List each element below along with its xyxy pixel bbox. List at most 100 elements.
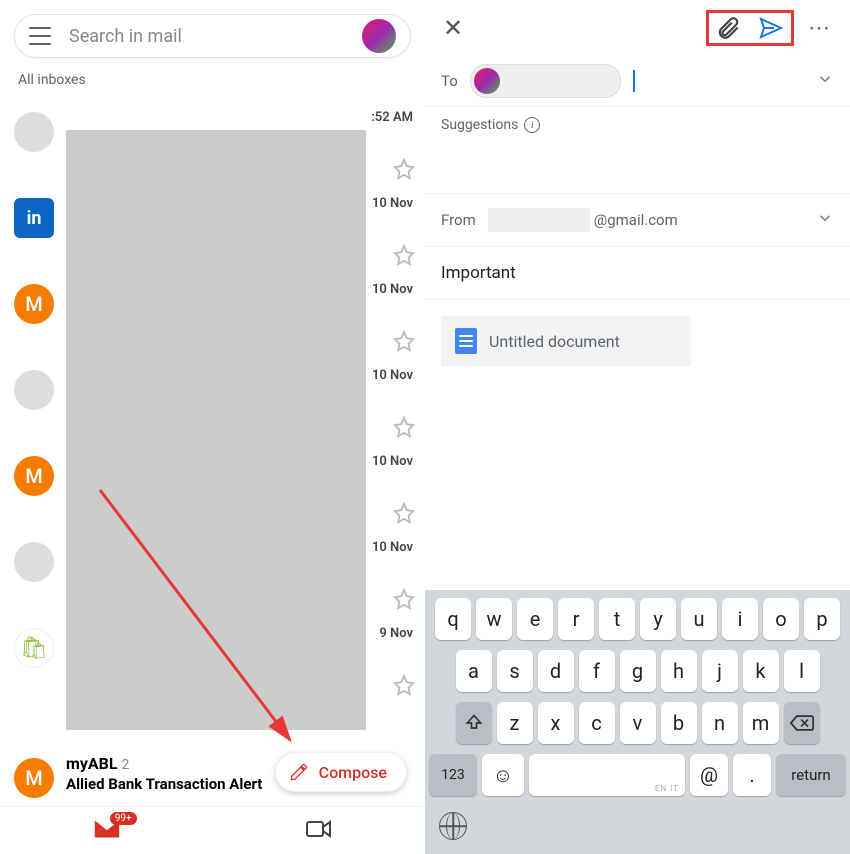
search-bar[interactable]: Search in mail — [14, 14, 411, 58]
more-icon[interactable]: ⋯ — [802, 16, 838, 41]
email-time: 10 Nov — [372, 540, 413, 555]
send-icon[interactable] — [757, 16, 785, 40]
hamburger-menu-icon[interactable] — [29, 27, 51, 45]
email-time: 10 Nov — [372, 368, 413, 383]
star-icon[interactable] — [393, 158, 415, 180]
from-address-redacted — [488, 208, 590, 232]
numeric-key[interactable]: 123 — [429, 754, 477, 796]
sender-name: myABL — [66, 754, 118, 773]
email-time: 10 Nov — [372, 282, 413, 297]
compose-pane: ✕ ⋯ To Suggestions i From @gmail.com — [425, 0, 850, 854]
star-icon[interactable] — [393, 674, 415, 696]
thread-count: 2 — [122, 757, 130, 773]
key-g[interactable]: g — [620, 650, 656, 692]
email-time: 10 Nov — [372, 196, 413, 211]
docs-icon — [455, 328, 477, 354]
sender-avatar: in — [14, 198, 54, 238]
mail-tab[interactable]: 99+ — [92, 818, 122, 844]
sender-avatar: M — [14, 284, 54, 324]
sender-avatar — [14, 542, 54, 582]
virtual-keyboard: qwertyuiop asdfghjkl zxcvbnm 123 ☺ EN IT… — [425, 590, 850, 854]
subject-field[interactable]: Important — [425, 247, 850, 300]
to-label: To — [441, 72, 458, 90]
at-key[interactable]: @ — [690, 754, 728, 796]
key-h[interactable]: h — [661, 650, 697, 692]
emoji-key[interactable]: ☺ — [482, 754, 524, 796]
from-chevron-icon[interactable] — [816, 209, 834, 231]
from-field[interactable]: From @gmail.com — [425, 193, 850, 247]
key-v[interactable]: v — [620, 702, 656, 744]
sender-avatar: M — [14, 758, 54, 798]
key-z[interactable]: z — [497, 702, 533, 744]
recipient-name-redacted — [506, 74, 606, 88]
key-a[interactable]: a — [456, 650, 492, 692]
shift-key[interactable] — [456, 702, 492, 744]
key-b[interactable]: b — [661, 702, 697, 744]
spacebar-key[interactable]: EN IT — [529, 754, 685, 796]
star-icon[interactable] — [393, 244, 415, 266]
sender-avatar: M — [14, 456, 54, 496]
sender-avatar — [14, 112, 54, 152]
sender-avatar: 🛍 — [14, 628, 54, 668]
key-u[interactable]: u — [681, 598, 717, 640]
meet-tab[interactable] — [305, 818, 333, 844]
attachment-chip[interactable]: Untitled document — [441, 316, 691, 366]
suggestions-label: Suggestions — [441, 117, 518, 133]
globe-icon[interactable] — [439, 812, 467, 840]
attachment-name: Untitled document — [489, 332, 620, 351]
return-key[interactable]: return — [776, 754, 846, 796]
email-time: 10 Nov — [372, 454, 413, 469]
key-d[interactable]: d — [538, 650, 574, 692]
key-e[interactable]: e — [517, 598, 553, 640]
search-input[interactable]: Search in mail — [69, 26, 362, 47]
from-domain: @gmail.com — [594, 211, 678, 229]
to-field[interactable]: To — [425, 56, 850, 107]
key-r[interactable]: r — [558, 598, 594, 640]
key-k[interactable]: k — [743, 650, 779, 692]
backspace-key[interactable] — [784, 702, 820, 744]
bottom-nav: 99+ — [0, 806, 425, 854]
unread-badge: 99+ — [110, 812, 137, 825]
attach-icon[interactable] — [715, 15, 741, 41]
star-icon[interactable] — [393, 416, 415, 438]
email-subject: Allied Bank Transaction Alert — [66, 775, 262, 793]
expand-recipients-icon[interactable] — [816, 70, 834, 92]
key-m[interactable]: m — [743, 702, 779, 744]
key-o[interactable]: o — [763, 598, 799, 640]
key-w[interactable]: w — [476, 598, 512, 640]
key-s[interactable]: s — [497, 650, 533, 692]
star-icon[interactable] — [393, 502, 415, 524]
gmail-inbox-pane: Search in mail All inboxes :52 AM in 10 No… — [0, 0, 425, 854]
recipient-avatar — [474, 68, 500, 94]
key-f[interactable]: f — [579, 650, 615, 692]
close-icon[interactable]: ✕ — [437, 8, 469, 48]
key-t[interactable]: t — [599, 598, 635, 640]
key-x[interactable]: x — [538, 702, 574, 744]
email-time: :52 AM — [371, 110, 413, 125]
key-l[interactable]: l — [784, 650, 820, 692]
compose-label: Compose — [319, 763, 387, 782]
annotation-highlight — [706, 10, 794, 46]
account-avatar[interactable] — [362, 19, 396, 53]
key-p[interactable]: p — [804, 598, 840, 640]
sender-avatar — [14, 370, 54, 410]
period-key[interactable]: . — [733, 754, 771, 796]
email-time: 9 Nov — [379, 626, 413, 641]
redacted-region — [66, 130, 366, 730]
suggestions-row: Suggestions i — [425, 107, 850, 193]
star-icon[interactable] — [393, 330, 415, 352]
text-cursor — [633, 70, 635, 92]
key-y[interactable]: y — [640, 598, 676, 640]
info-icon[interactable]: i — [524, 117, 540, 133]
key-n[interactable]: n — [702, 702, 738, 744]
star-icon[interactable] — [393, 588, 415, 610]
compose-button[interactable]: Compose — [275, 752, 407, 792]
compose-header: ✕ ⋯ — [425, 0, 850, 56]
key-q[interactable]: q — [435, 598, 471, 640]
key-c[interactable]: c — [579, 702, 615, 744]
from-label: From — [441, 211, 476, 229]
key-i[interactable]: i — [722, 598, 758, 640]
all-inboxes-label[interactable]: All inboxes — [18, 72, 425, 88]
recipient-chip[interactable] — [470, 64, 621, 98]
key-j[interactable]: j — [702, 650, 738, 692]
